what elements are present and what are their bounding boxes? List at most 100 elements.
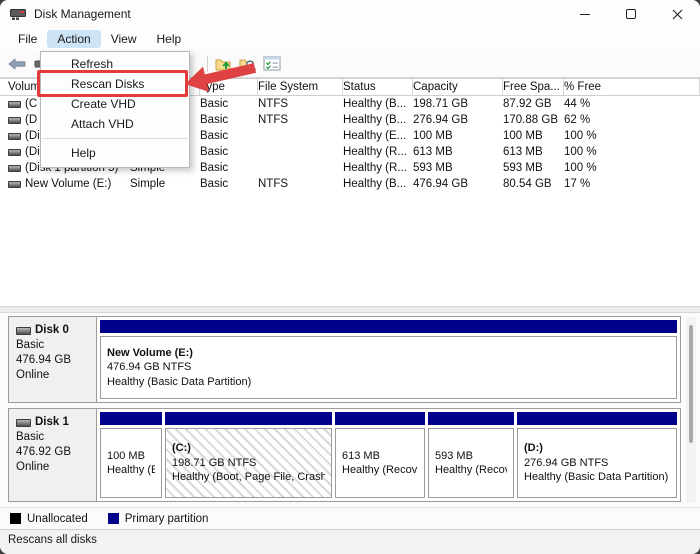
partition-status: Healthy (Boot, Page File, Crash [172,471,325,484]
legend-label-primary: Primary partition [124,512,209,525]
partition-size: 476.94 GB NTFS [107,361,192,374]
folder-up-icon[interactable] [213,53,235,75]
cell-file-system: NTFS [258,178,289,190]
cell-free-space: 80.54 GB [503,178,552,190]
disk-size: 476.92 GB [16,446,71,458]
cell-free-space: 170.88 GB [503,114,558,126]
menu-file[interactable]: File [8,30,47,48]
partition-d-drive[interactable]: (D:) 276.94 GB NTFS Healthy (Basic Data … [517,412,677,498]
partition-status: Healthy (Basic Data Partition) [107,375,252,388]
menu-bar: File Action View Help [0,28,700,50]
close-button[interactable] [654,0,700,28]
unallocated-swatch [10,513,21,524]
vertical-scrollbar[interactable] [686,317,696,503]
cell-capacity: 100 MB [413,130,453,142]
menu-item-attach-vhd[interactable]: Attach VHD [41,114,189,134]
disk-management-app-icon [10,7,26,21]
cell-type: Basic [200,98,229,110]
graphical-view-pane: Disk 0 Basic 476.94 GB Online New Volume… [0,313,700,507]
cell-type: Basic [200,114,229,126]
column-header-capacity[interactable]: Capacity [409,79,503,95]
cell-status: Healthy (B... [343,114,407,126]
close-icon [672,9,682,19]
cell-free-space: 593 MB [503,162,543,174]
volume-icon [8,164,21,172]
scrollbar-thumb[interactable] [689,325,693,443]
disk1-label[interactable]: Disk 1 Basic 476.92 GB Online [9,409,97,501]
minimize-icon [580,13,590,15]
primary-partition-bar [428,412,514,425]
menu-item-refresh[interactable]: Refresh [41,54,189,74]
volume-icon [8,100,21,108]
volume-name: (C [25,98,38,110]
legend-label-unallocated: Unallocated [27,512,88,525]
cell-capacity: 276.94 GB [413,114,468,126]
disk-management-window: Disk Management File Action View Help Vo… [0,0,700,554]
cell-type: Basic [200,162,229,174]
disk-icon [16,326,31,335]
cell-status: Healthy (B... [343,178,407,190]
cell-type: Basic [200,146,229,158]
cell-pct-free: 44 % [564,98,591,110]
checklist-icon[interactable] [261,53,283,75]
disk0-label[interactable]: Disk 0 Basic 476.94 GB Online [9,317,97,402]
table-row[interactable]: New Volume (E:) Simple Basic NTFS Health… [0,176,700,192]
primary-partition-bar [335,412,425,425]
volume-name: New Volume (E:) [25,178,112,190]
maximize-button[interactable] [608,0,654,28]
back-icon[interactable] [6,53,28,75]
disk-size: 476.94 GB [16,354,71,366]
partition-status: Healthy (Basic Data Partition) [524,471,669,484]
find-icon[interactable] [237,53,259,75]
column-header-status[interactable]: Status [339,79,413,95]
partition-recovery-1[interactable]: 613 MB Healthy (Recov [335,412,425,498]
cell-capacity: 198.71 GB [413,98,468,110]
primary-partition-bar [100,320,677,333]
cell-pct-free: 100 % [564,162,597,174]
cell-pct-free: 100 % [564,146,597,158]
menu-item-create-vhd[interactable]: Create VHD [41,94,189,114]
partition-title: (C:) [172,442,191,455]
cell-capacity: 476.94 GB [413,178,468,190]
volume-name: (Di [25,146,40,158]
menu-help[interactable]: Help [147,30,192,48]
status-bar: Rescans all disks [0,529,700,554]
column-header-free-space[interactable]: Free Spa... [499,79,564,95]
minimize-button[interactable] [562,0,608,28]
menu-action[interactable]: Action [47,30,101,48]
partition-size: 198.71 GB NTFS [172,456,257,469]
column-header-pct-free[interactable]: % Free [560,79,700,95]
volume-name: (D [25,114,38,126]
cell-pct-free: 100 % [564,130,597,142]
cell-free-space: 100 MB [503,130,543,142]
partition-status: Healthy (Recov [435,464,507,476]
menu-item-help[interactable]: Help [41,143,189,163]
disk1-panel: Disk 1 Basic 476.92 GB Online 100 MB Hea… [8,408,681,502]
cell-pct-free: 62 % [564,114,591,126]
volume-icon [8,116,21,124]
menu-item-rescan-disks[interactable]: Rescan Disks [41,74,189,94]
column-header-type[interactable]: Type [196,79,258,95]
primary-partition-bar [165,412,332,425]
window-controls [562,0,700,28]
column-header-file-system[interactable]: File System [254,79,343,95]
partition-size: 100 MB [107,449,145,462]
disk-status: Online [16,461,50,473]
volume-icon [8,180,21,188]
pane-splitter[interactable] [0,306,700,313]
disk-status: Online [16,369,50,381]
partition-title: (D:) [524,442,543,455]
partition-c-drive[interactable]: (C:) 198.71 GB NTFS Healthy (Boot, Page … [165,412,332,498]
partition-new-volume-e[interactable]: New Volume (E:) 476.94 GB NTFS Healthy (… [100,320,677,399]
partition-recovery-2[interactable]: 593 MB Healthy (Recov [428,412,514,498]
disk-name: Disk 1 [35,416,69,428]
cell-status: Healthy (E... [343,130,407,142]
volume-icon [8,132,21,140]
cell-capacity: 593 MB [413,162,453,174]
cell-type: Basic [200,178,229,190]
partition-system[interactable]: 100 MB Healthy (E [100,412,162,498]
cell-status: Healthy (B... [343,98,407,110]
volume-icon [8,148,21,156]
menu-view[interactable]: View [101,30,147,48]
toolbar-separator [207,55,208,72]
